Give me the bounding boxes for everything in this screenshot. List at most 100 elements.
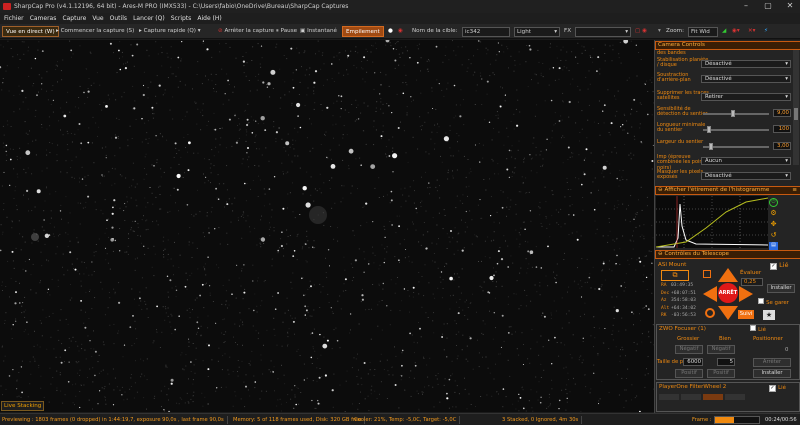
arrow-up-button[interactable] bbox=[718, 268, 738, 282]
control-value-input[interactable]: 100 bbox=[773, 125, 791, 133]
app-icon bbox=[3, 3, 11, 10]
reticle-icon[interactable]: ▢ ◉ bbox=[635, 26, 647, 37]
wand-icon[interactable]: ⚡ bbox=[764, 26, 768, 37]
goto-icon[interactable]: ⧉ bbox=[661, 270, 689, 281]
telescope-header[interactable]: ⊖ Contrôles du Télescope bbox=[655, 250, 800, 259]
slider-handle[interactable] bbox=[707, 126, 711, 133]
frame-progress-bar bbox=[714, 416, 760, 424]
frame-type-select[interactable]: Light ▾ bbox=[514, 27, 560, 37]
fine-negative-button[interactable]: Négatif bbox=[707, 345, 735, 354]
control-slider[interactable] bbox=[703, 113, 769, 115]
filter-slot-active[interactable] bbox=[703, 394, 723, 400]
camera-controls-header[interactable]: Camera Controls bbox=[655, 41, 800, 50]
coarse-negative-button[interactable]: Négatif bbox=[675, 345, 703, 354]
slider-handle[interactable] bbox=[709, 143, 713, 150]
menu-vue[interactable]: Vue bbox=[92, 13, 103, 24]
arrow-right-button[interactable] bbox=[739, 286, 753, 302]
arrow-left-button[interactable] bbox=[703, 286, 717, 302]
follow-button[interactable]: Suivi bbox=[738, 310, 754, 319]
snapshot-button[interactable]: ▣ Instantané bbox=[300, 26, 337, 37]
target-name-input[interactable]: ic342 bbox=[462, 27, 510, 37]
coarse-positive-button[interactable]: Positif bbox=[675, 369, 703, 378]
tracking-icon[interactable] bbox=[705, 308, 715, 318]
focuser-linked-checkbox[interactable]: Lié bbox=[750, 325, 766, 333]
pause-button[interactable]: ⏸ Pause bbox=[276, 26, 297, 37]
menu-capture[interactable]: Capture bbox=[62, 13, 86, 24]
coarse-step-input[interactable]: 6000 bbox=[683, 358, 703, 366]
zoom-label: Zoom: bbox=[666, 28, 685, 34]
frame-progress-fill bbox=[715, 417, 734, 423]
mount-coordinates: RA 03:49:35 Dec +68:07:51 Az 354:58:03 Alt +64:… bbox=[661, 283, 696, 323]
focuser-install-button[interactable]: Installer bbox=[753, 369, 791, 378]
record-icon[interactable]: ● bbox=[388, 26, 393, 37]
checkbox-icon bbox=[750, 325, 756, 331]
slider-handle[interactable] bbox=[731, 110, 735, 117]
power-icon[interactable]: ⏻ bbox=[769, 198, 778, 207]
maximize-button[interactable]: ▢ bbox=[758, 0, 778, 13]
control-select[interactable]: Désactivé ▾ bbox=[701, 172, 791, 180]
histogram-header[interactable]: ⊖ Afficher l'étirement de l'histogramme ≡ bbox=[655, 186, 800, 195]
filterwheel-linked-checkbox[interactable]: ✓ Lié bbox=[769, 383, 786, 392]
minimize-button[interactable]: – bbox=[736, 0, 756, 13]
menu-fichier[interactable]: Fichier bbox=[4, 13, 24, 24]
control-select[interactable]: Retirer ▾ bbox=[701, 93, 791, 101]
focuser-col-position: Positionner bbox=[753, 336, 783, 342]
scrollbar[interactable] bbox=[793, 50, 799, 165]
filter-slot[interactable] bbox=[681, 394, 701, 400]
arrow-down-button[interactable] bbox=[718, 306, 738, 320]
control-select[interactable]: Désactivé ▾ bbox=[701, 60, 791, 68]
target-focus-icon[interactable]: ◉▾ bbox=[732, 26, 740, 37]
checkbox-checked-icon: ✓ bbox=[769, 385, 776, 392]
tools-icon[interactable]: ✕▾ bbox=[748, 26, 756, 37]
fx-select[interactable]: ▾ bbox=[575, 27, 631, 37]
save-icon[interactable]: ▤ bbox=[769, 242, 778, 250]
menu-aide[interactable]: Aide (H) bbox=[197, 13, 221, 24]
focuser-stop-button[interactable]: Arrêter bbox=[753, 358, 791, 367]
control-select-value: Retirer bbox=[705, 94, 724, 100]
fx-label: FX bbox=[564, 28, 572, 34]
stop-slew-button[interactable]: ARRÊT bbox=[718, 283, 738, 303]
menu-scripts[interactable]: Scripts bbox=[171, 13, 192, 24]
live-view-button[interactable]: Vue en direct (W) bbox=[2, 26, 59, 37]
histogram-icon[interactable]: ◢ bbox=[722, 26, 726, 37]
menu-cameras[interactable]: Cameras bbox=[30, 13, 57, 24]
image-viewport[interactable] bbox=[0, 40, 654, 412]
control-select[interactable]: Aucun ▾ bbox=[701, 157, 791, 165]
control-label: Largeur du sentier bbox=[657, 139, 704, 145]
fine-step-input[interactable]: 5 bbox=[717, 358, 735, 366]
live-stacking-tab[interactable]: Live Stacking bbox=[1, 401, 45, 411]
menu-icon[interactable]: ≡ bbox=[792, 187, 800, 194]
move-icon[interactable]: ✥ bbox=[769, 220, 778, 229]
preview-status: Previewing : 1803 frames (0 dropped) in … bbox=[2, 416, 228, 424]
chevron-down-icon: ▾ bbox=[785, 94, 788, 100]
park-checkbox[interactable]: Se garer bbox=[758, 298, 789, 306]
close-button[interactable]: ✕ bbox=[780, 0, 800, 13]
focuser-title: ZWO Focuser (1) bbox=[659, 326, 706, 332]
fine-positive-button[interactable]: Positif bbox=[707, 369, 735, 378]
menu-lancer[interactable]: Lancer (Q) bbox=[133, 13, 165, 24]
snapshot-label: Instantané bbox=[307, 28, 337, 34]
filter-slot[interactable] bbox=[659, 394, 679, 400]
stacking-button[interactable]: Empilement bbox=[342, 26, 384, 37]
stop-capture-button[interactable]: ⊘ Arrêter la capture bbox=[218, 26, 274, 37]
install-mount-button[interactable]: Installer bbox=[767, 284, 795, 293]
control-value-input[interactable]: 9,00 bbox=[773, 109, 791, 117]
gear-icon[interactable]: ⚙ bbox=[769, 209, 778, 218]
scrollbar-thumb[interactable] bbox=[794, 108, 798, 120]
control-value-input[interactable]: 3,00 bbox=[773, 142, 791, 150]
control-slider[interactable] bbox=[703, 129, 769, 131]
quick-capture-button[interactable]: ▸ Capture rapide (Q) ▾ bbox=[139, 26, 201, 37]
reset-icon[interactable]: ↺ bbox=[769, 231, 778, 240]
menu-arrow-icon[interactable]: ▾ bbox=[658, 26, 661, 37]
star-icon[interactable]: ★ bbox=[763, 310, 775, 320]
mount-linked-checkbox[interactable]: ✓ Lié bbox=[770, 261, 789, 270]
evaluate-select[interactable]: 0,25 bbox=[741, 278, 763, 286]
filter-slot[interactable] bbox=[725, 394, 745, 400]
histogram-title: Afficher l'étirement de l'histogramme bbox=[664, 187, 770, 193]
menu-outils[interactable]: Outils bbox=[110, 13, 127, 24]
zoom-select[interactable]: Fit Wid bbox=[688, 27, 718, 37]
coordinate-row: Alt +64:34:02 bbox=[661, 306, 696, 311]
start-capture-button[interactable]: ▸ Commencer la capture (S) bbox=[56, 26, 134, 37]
control-select[interactable]: Désactivé ▾ bbox=[701, 75, 791, 83]
histogram-chart[interactable] bbox=[656, 196, 768, 248]
